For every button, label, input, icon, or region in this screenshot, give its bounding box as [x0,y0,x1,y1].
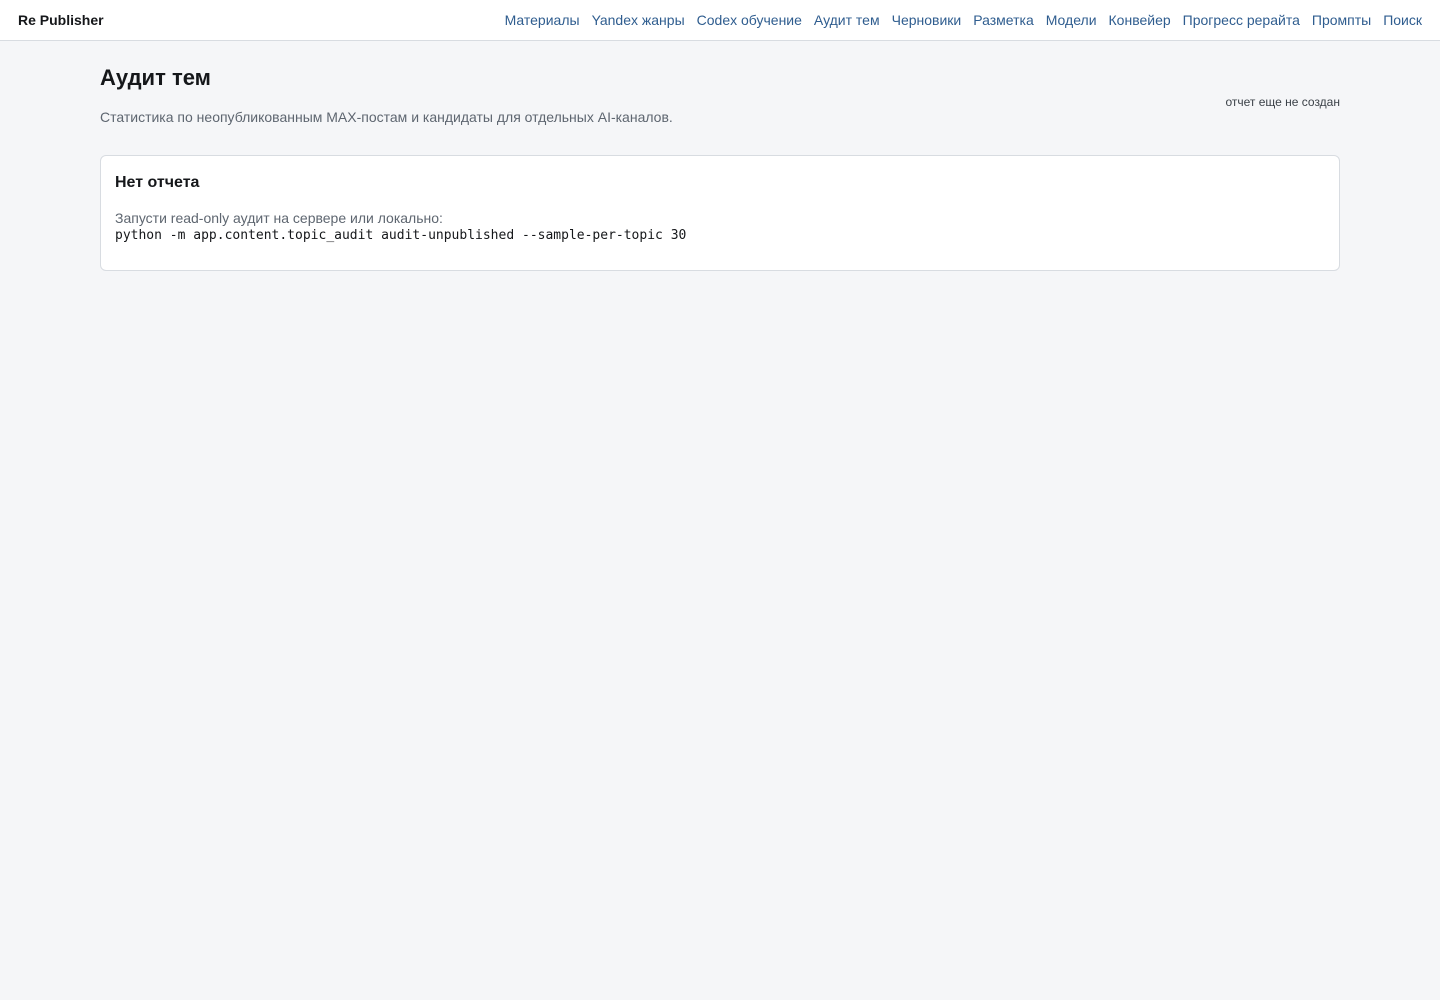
nav-drafts[interactable]: Черновики [892,12,962,28]
report-status: отчет еще не создан [1225,95,1340,109]
nav-search[interactable]: Поиск [1383,12,1422,28]
nav-rewrite-progress[interactable]: Прогресс рерайта [1183,12,1300,28]
nav-prompts[interactable]: Промпты [1312,12,1371,28]
top-bar: Re Publisher Материалы Yandex жанры Code… [0,0,1440,41]
nav-models[interactable]: Модели [1046,12,1097,28]
page-subtitle: Статистика по неопубликованным MAX-поста… [100,109,673,125]
card-title: Нет отчета [115,174,200,191]
page-title: Аудит тем [100,65,211,90]
audit-command: python -m app.content.topic_audit audit-… [115,228,687,243]
page-header: Аудит тем Статистика по неопубликованным… [100,65,1340,155]
card-description: Запусти read-only аудит на сервере или л… [115,210,443,226]
no-report-card: Нет отчета Запусти read-only аудит на се… [100,155,1340,271]
main-nav: Материалы Yandex жанры Codex обучение Ау… [505,12,1422,28]
brand-logo[interactable]: Re Publisher [18,12,104,28]
nav-pipeline[interactable]: Конвейер [1109,12,1171,28]
nav-markup[interactable]: Разметка [973,12,1034,28]
nav-materials[interactable]: Материалы [505,12,580,28]
main-content: Аудит тем Статистика по неопубликованным… [100,41,1340,271]
nav-yandex-genres[interactable]: Yandex жанры [592,12,685,28]
nav-topic-audit[interactable]: Аудит тем [814,12,880,28]
nav-codex-training[interactable]: Codex обучение [697,12,802,28]
